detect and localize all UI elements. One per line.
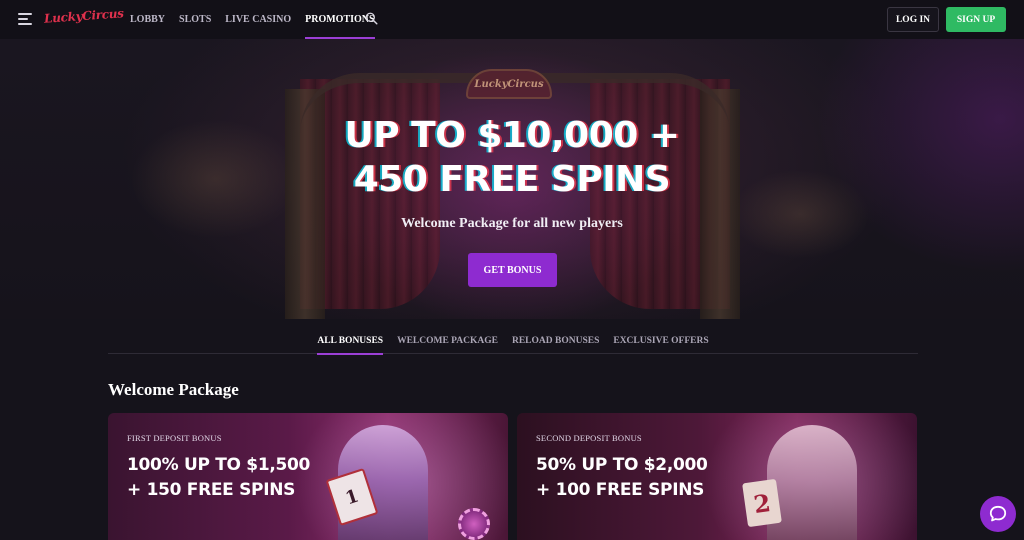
tab-welcome-package[interactable]: WELCOME PACKAGE [397,330,498,353]
nav-item-slots[interactable]: SLOTS [179,0,211,39]
bonus-tabs: ALL BONUSES WELCOME PACKAGE RELOAD BONUS… [108,330,918,355]
playing-card-prop: 2 [742,478,782,528]
search-icon[interactable] [365,12,378,25]
get-bonus-button[interactable]: GET BONUS [468,253,557,287]
hamburger-menu-icon[interactable] [18,13,32,25]
tab-reload-bonuses[interactable]: RELOAD BONUSES [512,330,599,353]
casino-chip-prop [458,508,490,540]
tab-exclusive-offers[interactable]: EXCLUSIVE OFFERS [613,330,708,353]
main-nav: LOBBY SLOTS LIVE CASINO PROMOTIONS [130,0,389,39]
card-label: SECOND DEPOSIT BONUS [536,433,642,443]
bonus-card-first-deposit[interactable]: 1 FIRST DEPOSIT BONUS 100% UP TO $1,500 … [108,413,508,540]
hero-title-line-1: UP TO $10,000 + [344,115,680,156]
top-header: LuckyCircus LOBBY SLOTS LIVE CASINO PROM… [0,0,1024,39]
hero-title: UP TO $10,000 + 450 FREE SPINS [0,114,1024,202]
signup-button[interactable]: SIGN UP [946,7,1006,32]
card-title-line-1: 50% UP TO $2,000 [536,455,708,475]
nav-item-live-casino[interactable]: LIVE CASINO [225,0,291,39]
card-title-line-1: 100% UP TO $1,500 [127,455,311,475]
site-logo[interactable]: LuckyCircus [44,6,124,26]
chat-bubble-icon [989,505,1007,522]
hero-subtitle: Welcome Package for all new players [401,216,623,231]
card-label: FIRST DEPOSIT BONUS [127,433,222,443]
card-title-line-2: + 150 FREE SPINS [127,480,296,500]
tab-all-bonuses[interactable]: ALL BONUSES [317,330,383,355]
bonus-card-second-deposit[interactable]: 2 SECOND DEPOSIT BONUS 50% UP TO $2,000 … [517,413,917,540]
hero-title-line-2: 450 FREE SPINS [353,159,671,200]
live-chat-button[interactable] [980,496,1016,532]
performer-illustration [767,425,857,540]
card-title-line-2: + 100 FREE SPINS [536,480,705,500]
circus-sign: LuckyCircus [466,69,552,99]
login-button[interactable]: LOG IN [887,7,939,32]
card-title: 50% UP TO $2,000 + 100 FREE SPINS [536,453,708,503]
hero-banner: LuckyCircus UP TO $10,000 + 450 FREE SPI… [0,39,1024,319]
card-title: 100% UP TO $1,500 + 150 FREE SPINS [127,453,310,503]
nav-item-lobby[interactable]: LOBBY [130,0,165,39]
section-title: Welcome Package [108,380,239,399]
